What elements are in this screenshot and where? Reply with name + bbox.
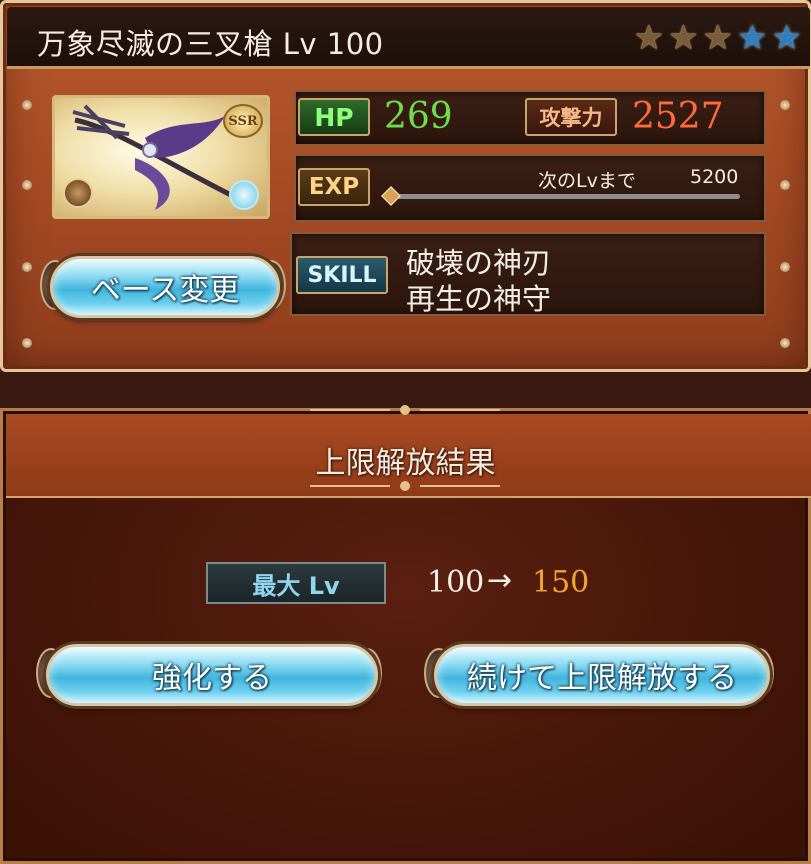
hp-value: 269 — [384, 96, 453, 137]
star-icon: ★ — [668, 18, 699, 58]
star-icon: ★ — [737, 18, 768, 58]
attack-tag: 攻撃力 — [525, 98, 617, 136]
enhance-button[interactable]: 強化する — [46, 644, 378, 706]
title-bar: 万象尽滅の三叉槍 Lv 100 ★ ★ ★ ★ ★ — [7, 7, 810, 69]
exp-tag: EXP — [298, 168, 370, 206]
rivet — [22, 338, 32, 348]
ornament-icon — [310, 405, 500, 415]
skill-name: 再生の神守 — [406, 282, 552, 316]
arrow-icon: → — [487, 563, 513, 598]
uncap-stars: ★ ★ ★ ★ ★ — [634, 21, 802, 55]
result-title: 上限解放結果 — [315, 446, 496, 481]
rivet — [780, 100, 790, 110]
exp-progress-bar — [392, 194, 740, 199]
ssr-badge: SSR — [223, 104, 263, 138]
rivet — [780, 262, 790, 272]
rivet — [22, 262, 32, 272]
attack-value: 2527 — [632, 96, 724, 137]
star-icon: ★ — [633, 18, 665, 58]
max-level-tag: 最大 Lv — [206, 562, 386, 604]
old-max-level: 100 — [427, 565, 485, 600]
base-change-button[interactable]: ベース変更 — [50, 256, 280, 318]
rivet — [22, 180, 32, 190]
ornament-icon — [310, 481, 500, 491]
rivet — [780, 338, 790, 348]
weapon-image[interactable]: SSR — [52, 95, 270, 219]
weapon-type-icon — [229, 180, 259, 210]
rivet — [780, 180, 790, 190]
new-max-level: 150 — [532, 565, 590, 600]
exp-next-label: 次のLvまで — [538, 170, 636, 192]
exp-next-value: 5200 — [690, 166, 739, 188]
hp-tag: HP — [298, 98, 370, 136]
element-icon — [63, 178, 93, 208]
skill-tag: SKILL — [296, 256, 388, 294]
continue-uncap-button[interactable]: 続けて上限解放する — [434, 644, 770, 706]
rivet — [22, 100, 32, 110]
weapon-title: 万象尽滅の三叉槍 Lv 100 — [37, 27, 384, 61]
star-icon: ★ — [771, 18, 802, 58]
star-icon: ★ — [702, 18, 734, 58]
